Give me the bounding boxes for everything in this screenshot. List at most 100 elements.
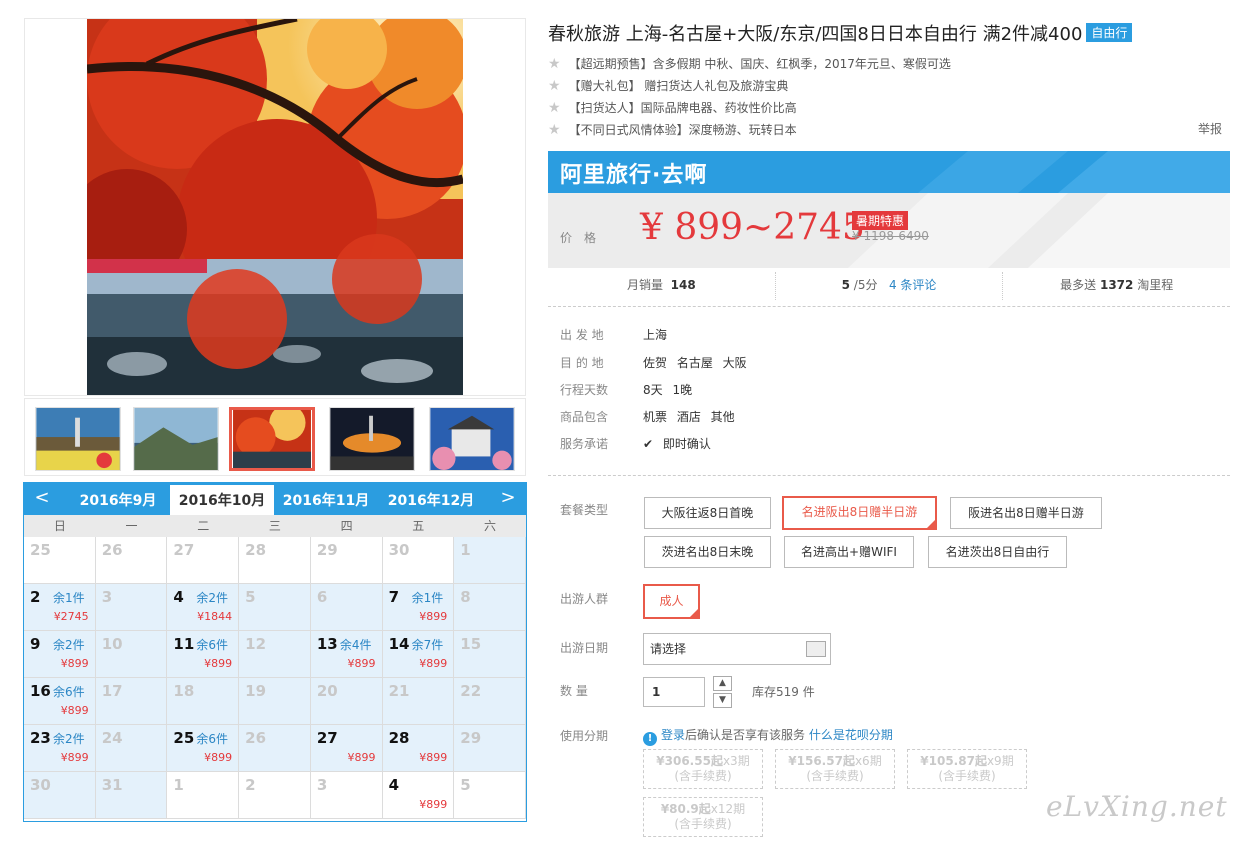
day-number: 3 [316,776,328,794]
duration-label: 行程天数 [560,383,609,397]
service-value: ✔ 即时确认 [643,435,711,452]
calendar-day-cell: 6 [310,584,383,631]
next-month-icon[interactable]: > [498,487,518,508]
calendar-day-cell: 29 [310,537,383,584]
day-number: 2 [30,588,41,606]
calendar-day-cell[interactable]: 28 ¥899 [382,725,455,772]
month-tab-oct[interactable]: 2016年10月 [170,485,274,515]
calendar-day-cell: 25 [24,537,96,584]
calendar-day-cell: 3 [310,772,383,819]
calendar-day-cell[interactable]: 7 余1件 ¥899 [382,584,455,631]
package-option[interactable]: 茨进名出8日末晚 [644,536,771,568]
day-number: 1 [173,776,184,794]
stock-text: 库存519 件 [752,685,815,699]
calendar-day-cell: 20 [310,678,383,725]
calendar-day-cell[interactable]: 25 余6件 ¥899 [167,725,240,772]
feature-item: ★ 【扫货达人】国际品牌电器、药妆性价比高 [548,99,797,116]
day-price: ¥2745 [53,610,89,623]
includes-value: 机票 酒店 其他 [643,410,735,424]
calendar-day-cell: 10 [95,631,168,678]
day-remaining: 余6件 [53,685,85,699]
points-suffix: 淘里程 [1137,278,1174,292]
package-option[interactable]: 阪进名出8日赠半日游 [950,497,1102,529]
calendar-day-cell[interactable]: 9 余2件 ¥899 [24,631,96,678]
day-price: ¥899 [419,657,448,670]
installment-plan[interactable]: ¥80.9起x12期 (含手续费) [643,797,763,837]
calendar-day-cell[interactable]: 2 余1件 ¥2745 [24,584,96,631]
day-number: 24 [101,729,123,747]
star-icon: ★ [548,100,561,116]
feature-item: ★ 【不同日式风情体验】深度畅游、玩转日本 [548,121,797,138]
destination-label: 目 的 地 [560,356,604,370]
thumbnail-4[interactable] [329,407,415,471]
login-link[interactable]: 登录 [661,728,685,742]
calendar-day-cell[interactable]: 11 余6件 ¥899 [167,631,240,678]
duration-value: 8天 1晚 [643,383,693,397]
month-tab-dec[interactable]: 2016年12月 [379,490,483,510]
package-option[interactable]: 名进茨出8日自由行 [928,536,1067,568]
day-number: 3 [101,588,113,606]
package-option[interactable]: 名进高出+赠WIFI [784,536,914,568]
instant-confirm-text: 即时确认 [662,437,711,451]
reviews-link[interactable]: 4 条评论 [889,278,936,292]
installment-plan[interactable]: ¥156.57起x6期 (含手续费) [775,749,895,789]
calendar-header: < 2016年9月 2016年10月 2016年11月 2016年12月 > [24,483,526,515]
day-price: ¥899 [419,610,448,623]
traveler-adult-option[interactable]: 成人 [643,584,700,619]
quantity-input[interactable]: 1 [643,677,705,707]
huabei-link[interactable]: 什么是花呗分期 [809,728,893,742]
summer-sale-badge: 暑期特惠 [852,211,909,230]
feature-text: 【不同日式风情体验】深度畅游、玩转日本 [568,123,797,137]
installment-plan[interactable]: ¥306.55起x3期 (含手续费) [643,749,763,789]
thumbnail-5[interactable] [429,407,515,471]
calendar-day-cell[interactable]: 23 余2件 ¥899 [24,725,96,772]
calendar-day-cell: 22 [454,678,526,725]
package-option[interactable]: 大阪往返8日首晚 [644,497,771,529]
calendar-day-cell: 27 [167,537,240,584]
quantity-up-icon[interactable]: ▲ [713,676,732,691]
day-number: 30 [388,541,410,559]
thumbnail-3[interactable] [229,407,315,471]
rating: 5 /5分 4 条评论 [776,272,1004,300]
star-icon: ★ [548,78,561,94]
calendar-day-cell[interactable]: 4 余2件 ¥1844 [167,584,240,631]
installment-plan[interactable]: ¥105.87起x9期 (含手续费) [907,749,1027,789]
calendar-icon[interactable] [806,641,826,657]
day-price: ¥899 [347,657,376,670]
travel-date-select[interactable]: 请选择 [643,633,831,665]
month-tab-nov[interactable]: 2016年11月 [274,490,378,510]
day-number: 18 [173,682,195,700]
calendar-day-cell: 1 [454,537,526,584]
weekday-label: 六 [483,519,496,533]
day-remaining: 余4件 [339,638,372,652]
info-icon: ! [643,732,657,746]
weekday-label: 日 [53,519,66,533]
thumbnail-1[interactable] [35,407,121,471]
day-number: 28 [388,729,410,747]
package-option-selected[interactable]: 名进阪出8日赠半日游 [782,496,937,530]
calendar-day-cell[interactable]: 4 ¥899 [382,772,455,819]
report-link[interactable]: 举报 [1198,120,1222,137]
divider [548,306,1230,307]
calendar-day-cell[interactable]: 13 余4件 ¥899 [310,631,383,678]
day-number: 29 [460,729,482,747]
calendar-day-cell: 15 [454,631,526,678]
calendar-day-cell: 26 [239,725,311,772]
calendar-day-cell[interactable]: 27 ¥899 [310,725,383,772]
quantity-down-icon[interactable]: ▼ [713,693,732,708]
calendar-day-cell[interactable]: 14 余7件 ¥899 [382,631,455,678]
day-number: 25 [173,729,195,747]
day-number: 30 [30,776,51,794]
month-tab-sep[interactable]: 2016年9月 [66,490,170,510]
day-number: 15 [460,635,482,653]
day-number: 6 [316,588,328,606]
weekday-label: 一 [125,519,138,533]
travelers-label: 出游人群 [560,592,609,606]
main-product-image [24,18,526,396]
calendar-day-cell[interactable]: 16 余6件 ¥899 [24,678,96,725]
day-remaining: 余2件 [53,732,85,746]
thumbnail-2[interactable] [133,407,219,471]
day-number: 8 [460,588,471,606]
prev-month-icon[interactable]: < [32,487,52,508]
calendar-day-cell: 21 [382,678,455,725]
